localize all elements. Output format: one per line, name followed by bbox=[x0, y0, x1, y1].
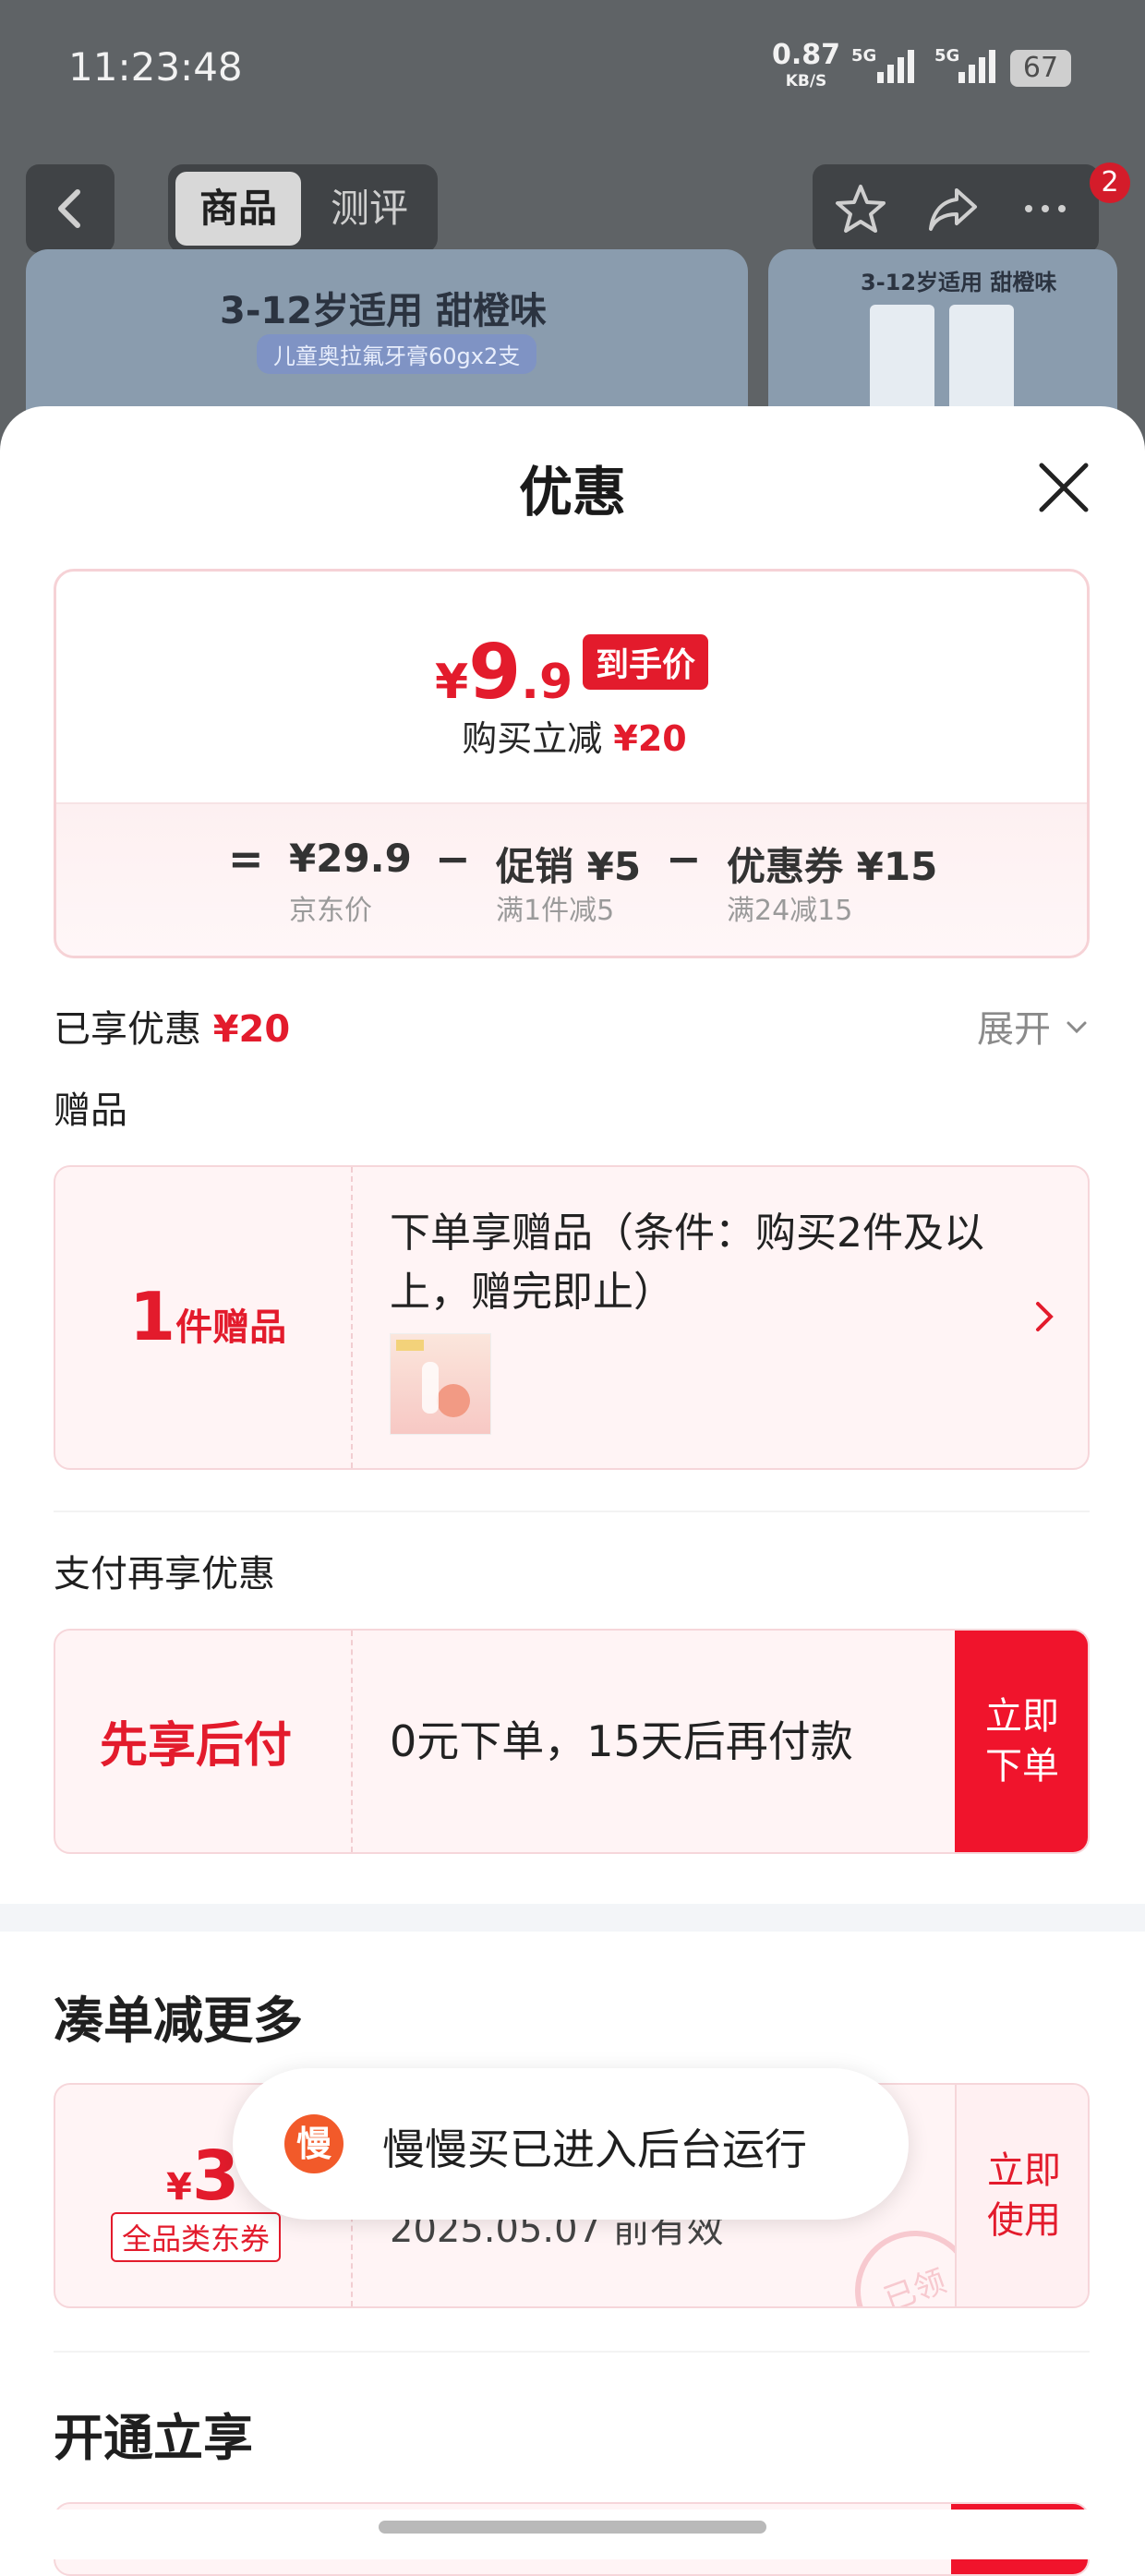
coupon-currency: ¥ bbox=[166, 2166, 192, 2209]
pay-later-card: 先享后付 0元下单，15天后再付款 立即 下单 bbox=[54, 1629, 1090, 1854]
signal-icon: 5G bbox=[844, 44, 918, 89]
notification-badge: 2 bbox=[1090, 163, 1130, 203]
coupon-type-badge: 全品类东券 bbox=[111, 2212, 282, 2262]
gift-count-number: 1 bbox=[129, 1278, 176, 1355]
more-icon[interactable] bbox=[1016, 179, 1075, 238]
tab-switcher: 商品 测评 bbox=[168, 164, 438, 253]
more-section-title: 凑单减更多 bbox=[54, 1992, 303, 2050]
pay-section-title: 支付再享优惠 bbox=[54, 1553, 275, 1595]
gift-description: 下单享赠品（条件：购买2件及以上，赠完即止） bbox=[390, 1210, 984, 1316]
chevron-right-icon bbox=[1036, 1302, 1054, 1331]
enjoyed-amount: ¥20 bbox=[212, 1008, 291, 1051]
minus-sign: − bbox=[666, 834, 702, 884]
coupon-amount: ¥3 bbox=[166, 2137, 239, 2216]
status-time: 11:23:48 bbox=[68, 44, 243, 90]
close-icon bbox=[1039, 463, 1089, 512]
system-nav-bar bbox=[0, 2510, 1145, 2559]
section-separator bbox=[0, 1904, 1145, 1932]
signal-label-1: 5G bbox=[851, 46, 876, 66]
reduce-amount: ¥20 bbox=[613, 718, 687, 759]
top-actions bbox=[813, 164, 1099, 253]
network-speed-value: 0.87 bbox=[772, 39, 841, 71]
star-icon[interactable] bbox=[831, 179, 890, 238]
signal-icon-2: 5G bbox=[931, 44, 1005, 89]
coupon-condition: 满24减15 bbox=[727, 895, 853, 927]
final-price: ¥9.9 bbox=[435, 629, 572, 716]
final-price-decimal: .9 bbox=[521, 655, 573, 710]
member-section-title: 开通立享 bbox=[54, 2409, 253, 2467]
final-price-tag: 到手价 bbox=[583, 634, 709, 690]
base-price: ¥29.9 bbox=[289, 836, 412, 881]
price-calculation: = ¥29.9 京东价 − 促销 ¥5 满1件减5 − 优惠券 ¥15 满24减… bbox=[56, 802, 1087, 956]
equals-sign: = bbox=[228, 834, 264, 884]
final-price-currency: ¥ bbox=[435, 655, 469, 710]
enjoyed-discount: 已享优惠 ¥20 bbox=[54, 999, 290, 1053]
promo-condition: 满1件减5 bbox=[496, 895, 615, 927]
app-logo-icon: 慢 bbox=[284, 2114, 344, 2173]
network-speed: 0.87 KB/S bbox=[772, 42, 840, 94]
chevron-down-icon bbox=[1067, 1021, 1087, 1034]
thumbnail-title: 3-12岁适用 甜橙味 bbox=[861, 270, 1057, 295]
base-price-label: 京东价 bbox=[289, 895, 372, 927]
final-price-integer: 9 bbox=[468, 629, 522, 716]
price-breakdown-card: ¥9.9 到手价 购买立减 ¥20 = ¥29.9 京东价 − 促销 ¥5 满1… bbox=[54, 569, 1090, 958]
use-now-label: 立即 使用 bbox=[987, 2149, 1061, 2242]
divider bbox=[54, 1511, 1090, 1512]
pay-later-description: 0元下单，15天后再付款 bbox=[390, 1716, 853, 1766]
gift-section-title: 赠品 bbox=[54, 1089, 127, 1132]
toast-message: 慢慢买已进入后台运行 bbox=[382, 2125, 807, 2174]
expand-label: 展开 bbox=[977, 1008, 1051, 1051]
share-icon[interactable] bbox=[923, 179, 982, 238]
chevron-left-icon bbox=[58, 189, 80, 228]
use-now-button[interactable]: 立即 使用 bbox=[955, 2085, 1088, 2306]
pay-later-title: 先享后付 bbox=[100, 1718, 293, 1774]
expand-button[interactable]: 展开 bbox=[977, 999, 1091, 1053]
background-running-toast: 慢 慢慢买已进入后台运行 bbox=[233, 2068, 909, 2220]
order-now-button[interactable]: 立即 下单 bbox=[955, 1631, 1088, 1852]
close-button[interactable] bbox=[1034, 458, 1093, 517]
reduce-label: 购买立减 bbox=[462, 718, 603, 759]
divider bbox=[54, 2351, 1090, 2353]
back-button[interactable] bbox=[26, 164, 114, 253]
promo-discount: 促销 ¥5 bbox=[496, 844, 642, 889]
banner-subtitle: 儿童奥拉氟牙膏60gx2支 bbox=[257, 334, 537, 374]
network-speed-unit: KB/S bbox=[785, 72, 827, 90]
gift-count-unit: 件赠品 bbox=[175, 1306, 287, 1349]
tab-reviews[interactable]: 测评 bbox=[307, 172, 432, 246]
banner-title: 3-12岁适用 甜橙味 bbox=[220, 290, 548, 332]
tab-goods[interactable]: 商品 bbox=[175, 172, 301, 246]
coupon-discount: 优惠券 ¥15 bbox=[727, 844, 938, 889]
signal-label-2: 5G bbox=[934, 46, 959, 66]
gift-count: 1件赠品 bbox=[129, 1278, 286, 1355]
gift-card[interactable]: 1件赠品 下单享赠品（条件：购买2件及以上，赠完即止） bbox=[54, 1165, 1090, 1470]
battery-icon: 67 bbox=[1010, 50, 1071, 87]
order-now-label: 立即 下单 bbox=[985, 1695, 1059, 1788]
home-indicator[interactable] bbox=[379, 2521, 766, 2534]
sheet-title: 优惠 bbox=[518, 461, 626, 524]
minus-sign: − bbox=[435, 834, 471, 884]
gift-thumbnail bbox=[390, 1333, 491, 1435]
instant-reduce-line: 购买立减 ¥20 bbox=[56, 710, 1087, 761]
enjoyed-label: 已享优惠 bbox=[54, 1008, 201, 1051]
